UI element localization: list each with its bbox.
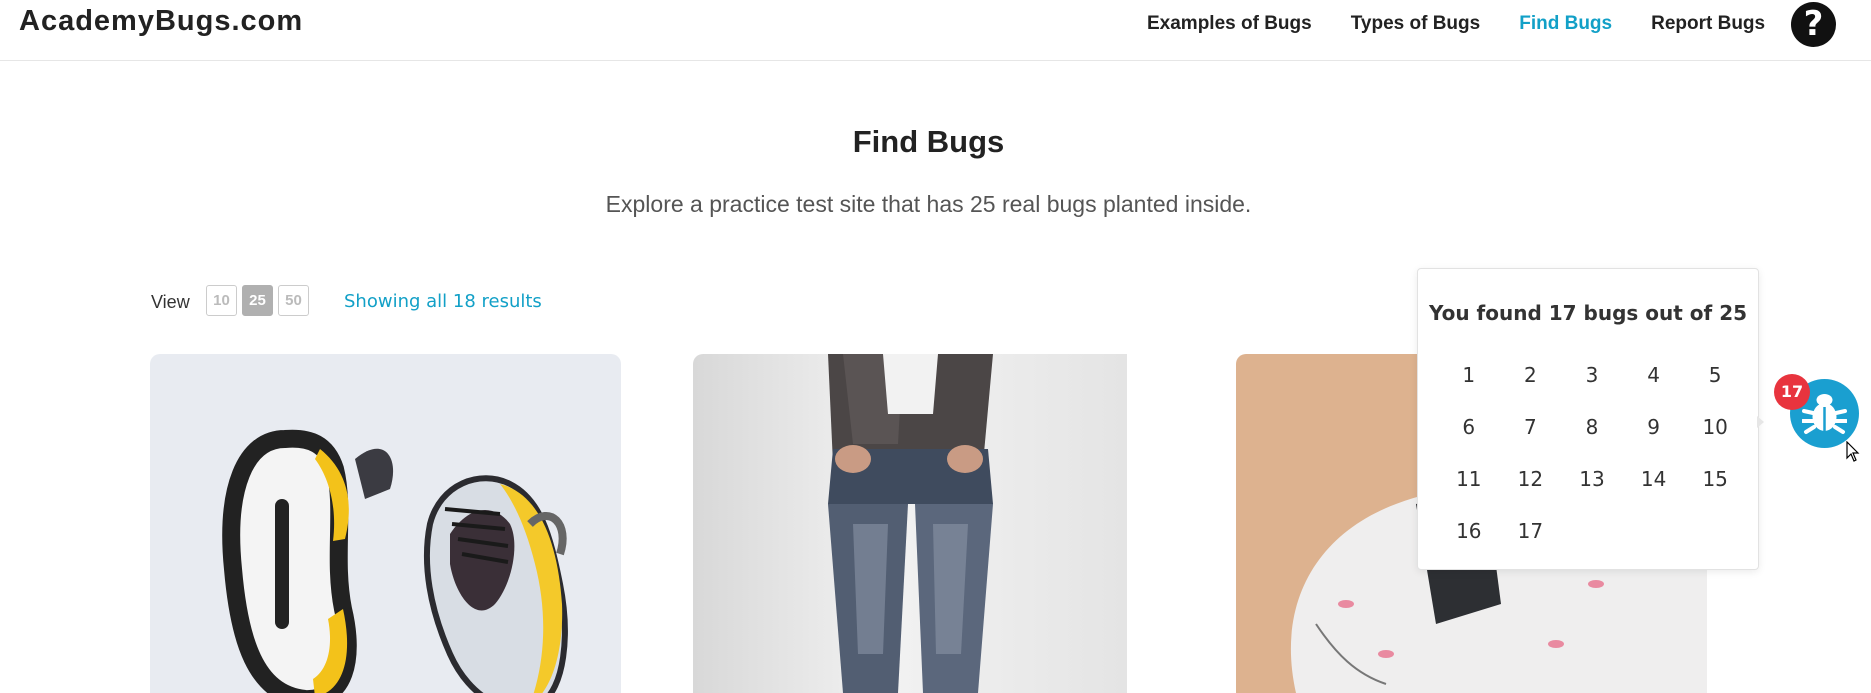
found-bug-item[interactable]: 4 xyxy=(1623,363,1685,415)
results-count: Showing all 18 results xyxy=(344,291,542,312)
bug-tracker-title: You found 17 bugs out of 25 xyxy=(1428,301,1748,325)
product-card-jeans[interactable] xyxy=(693,354,1127,693)
mouse-cursor-icon xyxy=(1846,441,1860,462)
found-bug-item[interactable]: 9 xyxy=(1623,415,1685,467)
main-nav: Examples of Bugs Types of Bugs Find Bugs… xyxy=(1147,13,1804,35)
found-bug-item[interactable]: 2 xyxy=(1500,363,1562,415)
found-bugs-grid: 1 2 3 4 5 6 7 8 9 10 11 12 13 14 15 16 1… xyxy=(1438,363,1746,571)
bug-tracker-panel: You found 17 bugs out of 25 1 2 3 4 5 6 … xyxy=(1417,268,1759,570)
found-bug-item[interactable]: 17 xyxy=(1500,519,1562,571)
page-subtitle: Explore a practice test site that has 25… xyxy=(605,191,1252,217)
view-option-10[interactable]: 10 xyxy=(206,285,237,316)
nav-examples-of-bugs[interactable]: Examples of Bugs xyxy=(1147,13,1312,35)
found-bug-item[interactable]: 7 xyxy=(1500,415,1562,467)
nav-find-bugs[interactable]: Find Bugs xyxy=(1519,13,1612,35)
site-logo[interactable]: AcademyBugs.com xyxy=(19,5,303,38)
nav-types-of-bugs[interactable]: Types of Bugs xyxy=(1351,13,1481,35)
product-card-sneakers[interactable] xyxy=(150,354,621,693)
view-label: View xyxy=(151,292,190,312)
view-option-50[interactable]: 50 xyxy=(278,285,309,316)
found-bug-item[interactable]: 8 xyxy=(1561,415,1623,467)
sneakers-product-image xyxy=(222,429,568,693)
found-bug-item[interactable]: 5 xyxy=(1684,363,1746,415)
found-bug-item[interactable]: 10 xyxy=(1684,415,1746,467)
panel-pointer xyxy=(1757,416,1764,428)
found-bug-item[interactable]: 15 xyxy=(1684,467,1746,519)
found-bug-item[interactable]: 11 xyxy=(1438,467,1500,519)
found-bug-item[interactable]: 13 xyxy=(1561,467,1623,519)
jeans-product-image xyxy=(828,354,993,693)
found-bug-item[interactable]: 16 xyxy=(1438,519,1500,571)
page-title: Find Bugs xyxy=(852,124,1005,159)
help-icon[interactable]: ? xyxy=(1791,2,1836,47)
found-bug-item[interactable]: 12 xyxy=(1500,467,1562,519)
site-header: AcademyBugs.com Examples of Bugs Types o… xyxy=(0,0,1871,61)
bug-count-badge: 17 xyxy=(1774,374,1810,410)
nav-report-bugs[interactable]: Report Bugs xyxy=(1651,13,1765,35)
view-option-25[interactable]: 25 xyxy=(242,285,273,316)
found-bug-item[interactable]: 14 xyxy=(1623,467,1685,519)
found-bug-item[interactable]: 1 xyxy=(1438,363,1500,415)
found-bug-item[interactable]: 3 xyxy=(1561,363,1623,415)
found-bug-item[interactable]: 6 xyxy=(1438,415,1500,467)
